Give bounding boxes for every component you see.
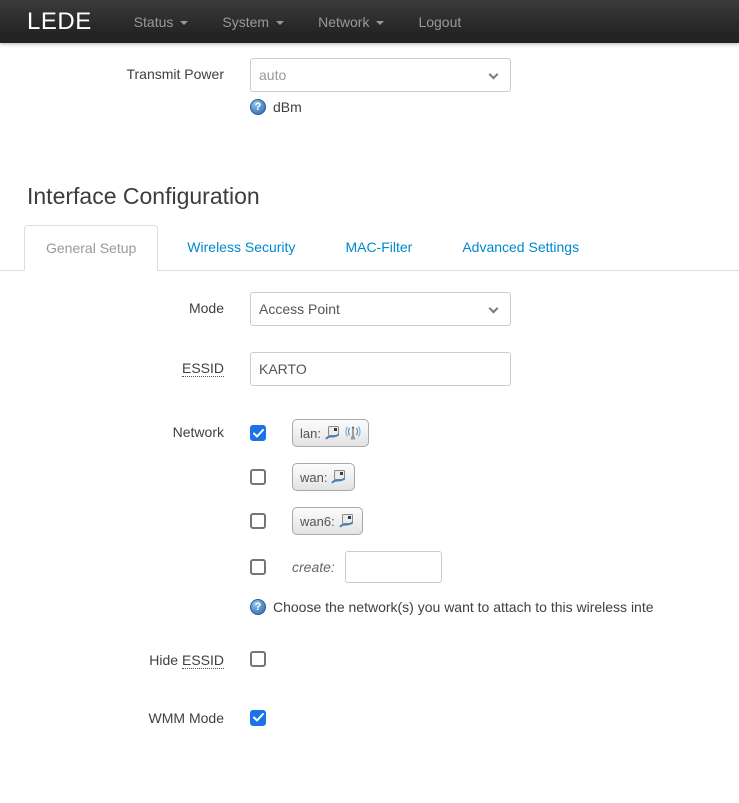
mode-label: Mode: [0, 292, 250, 326]
network-option-wan6: wan6:: [250, 507, 654, 535]
nav-menu-status-label: Status: [134, 14, 174, 30]
caret-down-icon: [376, 21, 384, 25]
essid-input[interactable]: KARTO: [250, 352, 511, 386]
essid-label: ESSID: [0, 352, 250, 386]
wireless-icon: [345, 425, 361, 441]
create-network-input[interactable]: [345, 551, 442, 583]
wan-network-badge: wan:: [292, 463, 355, 491]
ethernet-icon: [331, 469, 347, 485]
create-network-label: create:: [292, 559, 335, 575]
tab-wireless-security[interactable]: Wireless Security: [166, 225, 316, 271]
wmm-mode-checkbox[interactable]: [250, 710, 266, 726]
nav-menu-system-label: System: [222, 14, 269, 30]
wan6-checkbox[interactable]: [250, 513, 266, 529]
mode-value: Access Point: [259, 301, 340, 317]
essid-row: ESSID KARTO: [0, 352, 739, 386]
nav-menu-logout-label: Logout: [418, 14, 461, 30]
network-label: Network: [0, 419, 250, 615]
network-row: Network lan:: [0, 419, 739, 615]
nav-menu-system[interactable]: System: [222, 14, 284, 30]
help-icon: ?: [250, 599, 266, 615]
lan-checkbox[interactable]: [250, 425, 266, 441]
mode-row: Mode Access Point: [0, 292, 739, 326]
network-option-lan: lan:: [250, 419, 654, 447]
transmit-power-select[interactable]: auto: [250, 58, 511, 92]
help-icon: ?: [250, 99, 266, 115]
transmit-power-value: auto: [259, 67, 286, 83]
lan-network-badge: lan:: [292, 419, 369, 447]
essid-value: KARTO: [259, 361, 307, 377]
network-help-text: Choose the network(s) you want to attach…: [273, 599, 654, 615]
tab-bar: General Setup Wireless Security MAC-Filt…: [0, 225, 739, 271]
nav-menu-network[interactable]: Network: [318, 14, 384, 30]
nav-menu-network-label: Network: [318, 14, 369, 30]
page-title: Interface Configuration: [27, 183, 739, 210]
transmit-power-row: Transmit Power auto ? dBm: [0, 58, 739, 115]
transmit-power-unit-row: ? dBm: [250, 99, 511, 115]
wmm-mode-row: WMM Mode: [0, 709, 739, 727]
hide-essid-label: Hide ESSID: [0, 651, 250, 672]
tab-mac-filter[interactable]: MAC-Filter: [324, 225, 433, 271]
tab-general-setup[interactable]: General Setup: [24, 225, 158, 271]
wmm-mode-label: WMM Mode: [0, 709, 250, 727]
mode-select[interactable]: Access Point: [250, 292, 511, 326]
create-network-checkbox[interactable]: [250, 559, 266, 575]
checkmark-icon: [253, 713, 264, 722]
nav-menu-status[interactable]: Status: [134, 14, 189, 30]
chevron-down-icon: [489, 70, 499, 80]
hide-essid-checkbox[interactable]: [250, 651, 266, 667]
checkmark-icon: [253, 429, 264, 438]
chevron-down-icon: [489, 304, 499, 314]
wan6-network-badge: wan6:: [292, 507, 363, 535]
transmit-power-label: Transmit Power: [0, 58, 250, 115]
network-help-row: ? Choose the network(s) you want to atta…: [250, 599, 654, 615]
tab-advanced-settings[interactable]: Advanced Settings: [441, 225, 600, 271]
transmit-power-unit: dBm: [273, 99, 302, 115]
caret-down-icon: [180, 21, 188, 25]
hide-essid-row: Hide ESSID: [0, 651, 739, 672]
network-option-create: create:: [250, 551, 654, 583]
caret-down-icon: [276, 21, 284, 25]
wan-checkbox[interactable]: [250, 469, 266, 485]
brand-logo: LEDE: [27, 10, 92, 34]
nav-menu-logout[interactable]: Logout: [418, 14, 461, 30]
network-option-wan: wan:: [250, 463, 654, 491]
top-navbar: LEDE Status System Network Logout: [0, 0, 739, 43]
ethernet-icon: [339, 513, 355, 529]
ethernet-icon: [325, 425, 341, 441]
